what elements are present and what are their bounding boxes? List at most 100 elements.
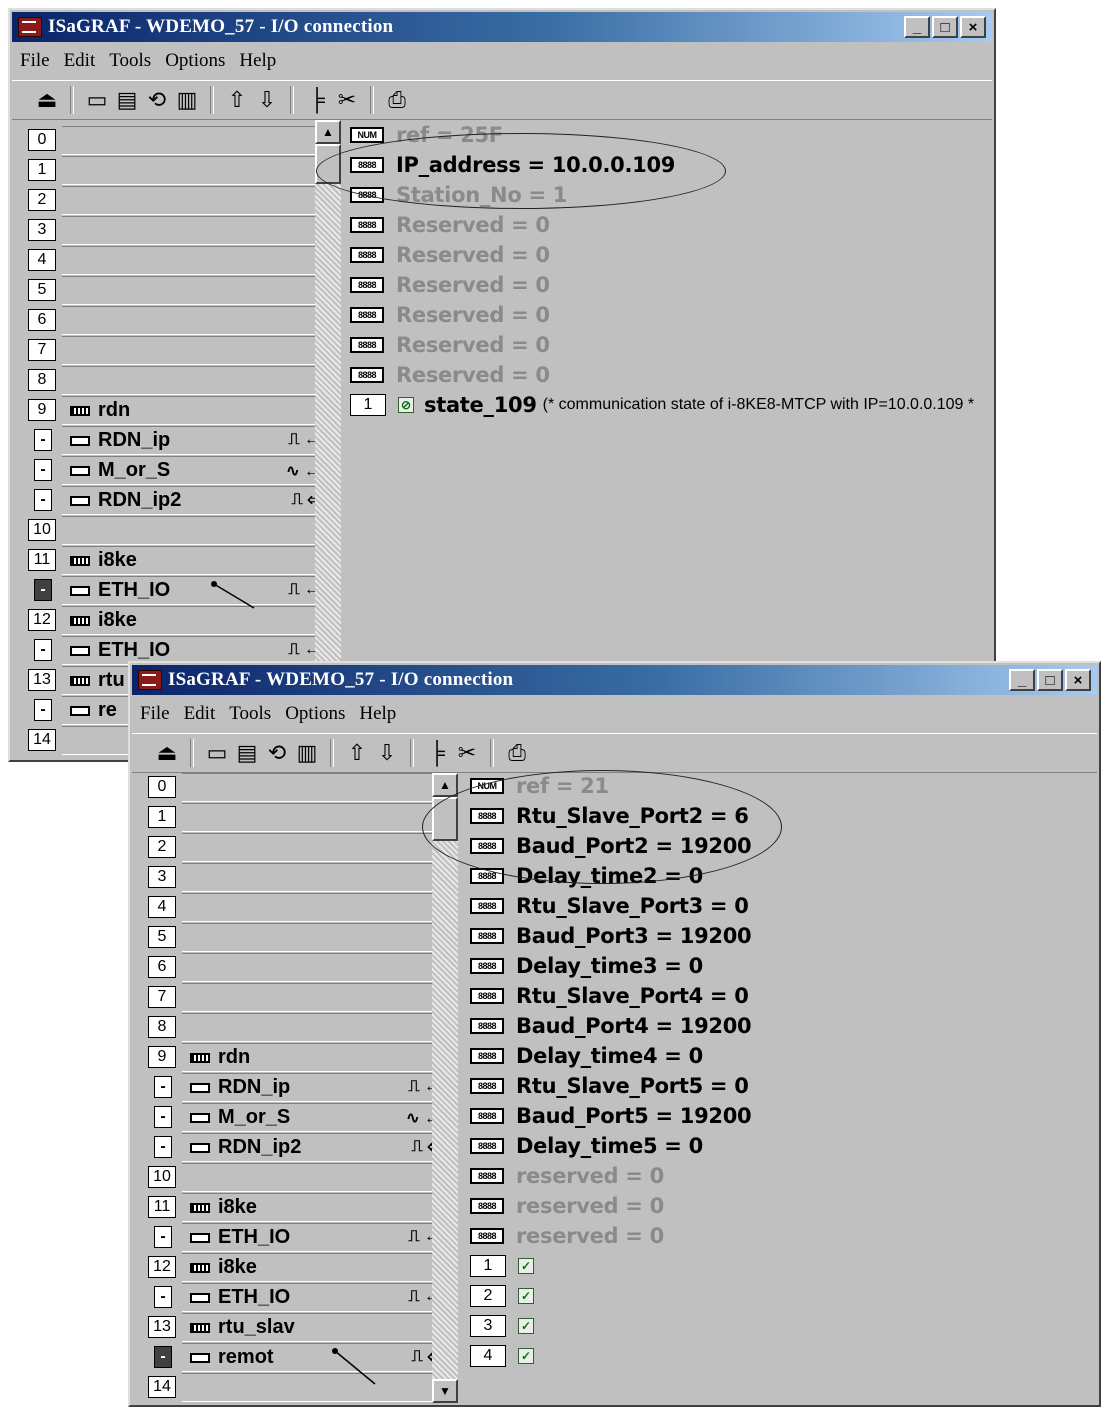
slot-row[interactable]: 3 [28, 216, 324, 246]
subboard-row[interactable]: - ETH_IO ⎍ ← [148, 1283, 444, 1313]
slot-field[interactable] [62, 216, 324, 245]
slot-field[interactable] [182, 833, 444, 862]
parameter-row[interactable]: 8888 Delay_time4 = 0 [470, 1041, 703, 1071]
collapse-button[interactable]: - [34, 699, 52, 721]
subboard-field[interactable]: RDN_ip2 ⎍ ⇦ [62, 486, 324, 515]
delete-icon[interactable]: ▥ [172, 85, 202, 115]
slot-row[interactable]: 9 rdn [28, 396, 324, 426]
subboard-field[interactable]: ETH_IO ⎍ ← [182, 1283, 444, 1312]
channel-row[interactable]: 1 ✓ [470, 1251, 544, 1281]
slot-row[interactable]: 7 [148, 983, 444, 1013]
subboard-field[interactable]: M_or_S ∿ ← [62, 456, 324, 485]
collapse-button[interactable]: - [34, 429, 52, 451]
parameter-row[interactable]: 8888 Reserved = 0 [350, 360, 550, 390]
subboard-row[interactable]: - ETH_IO ⎍ ← [28, 576, 324, 606]
collapse-button[interactable]: - [34, 579, 52, 601]
arrow-down-icon[interactable]: ⇩ [252, 85, 282, 115]
menu-file[interactable]: File [136, 701, 174, 729]
title-bar[interactable]: ISaGRAF - WDEMO_57 - I/O connection _ □ … [12, 12, 992, 42]
slot-row[interactable]: 2 [28, 186, 324, 216]
slot-row[interactable]: 9 rdn [148, 1043, 444, 1073]
arrow-down-icon[interactable]: ⇩ [372, 738, 402, 768]
slot-field[interactable] [182, 773, 444, 802]
channel-row[interactable]: 1 ⊘ state_109 (* communication state of i-8… [350, 390, 974, 420]
board-icon[interactable]: ▭ [82, 85, 112, 115]
slot-row[interactable]: 1 [148, 803, 444, 833]
slot-row[interactable]: 8 [28, 366, 324, 396]
slot-row[interactable]: 6 [28, 306, 324, 336]
slot-field[interactable] [182, 1373, 444, 1402]
slot-row[interactable]: 7 [28, 336, 324, 366]
slot-row[interactable]: 13 rtu_slav [148, 1313, 444, 1343]
slot-field[interactable]: i8ke [182, 1193, 444, 1222]
parameter-row[interactable]: 8888 reserved = 0 [470, 1161, 664, 1191]
open-icon[interactable]: ⏏ [152, 738, 182, 768]
slot-field[interactable] [182, 1013, 444, 1042]
menu-help[interactable]: Help [355, 701, 400, 729]
slot-row[interactable]: 4 [148, 893, 444, 923]
slot-row[interactable]: 4 [28, 246, 324, 276]
subboard-field[interactable]: M_or_S ∿ ← [182, 1103, 444, 1132]
parameter-row[interactable]: 8888 Baud_Port5 = 19200 [470, 1101, 752, 1131]
parameter-row[interactable]: 8888 Baud_Port4 = 19200 [470, 1011, 752, 1041]
scroll-down-button[interactable]: ▼ [432, 1379, 458, 1403]
parameter-row[interactable]: 8888 Delay_time5 = 0 [470, 1131, 703, 1161]
slot-field[interactable] [182, 953, 444, 982]
parameter-row[interactable]: 8888 Reserved = 0 [350, 300, 550, 330]
parameter-row[interactable]: 8888 Reserved = 0 [350, 210, 550, 240]
parameter-row[interactable]: 8888 Reserved = 0 [350, 270, 550, 300]
collapse-button[interactable]: - [34, 459, 52, 481]
menu-tools[interactable]: Tools [225, 701, 275, 729]
slot-field[interactable] [62, 306, 324, 335]
scroll-up-button[interactable]: ▲ [315, 120, 341, 144]
channel-row[interactable]: 4 ✓ [470, 1341, 544, 1371]
subboard-field[interactable]: RDN_ip ⎍ ← [182, 1073, 444, 1102]
slot-row[interactable]: 5 [148, 923, 444, 953]
slot-row[interactable]: 1 [28, 156, 324, 186]
subboard-row[interactable]: - M_or_S ∿ ← [148, 1103, 444, 1133]
slot-row[interactable]: 0 [28, 126, 324, 156]
collapse-button[interactable]: - [154, 1106, 172, 1128]
slot-field[interactable] [62, 516, 324, 545]
slot-field[interactable]: rdn [182, 1043, 444, 1072]
slot-row[interactable]: 2 [148, 833, 444, 863]
menu-options[interactable]: Options [161, 48, 229, 76]
cut-icon[interactable]: ✂ [452, 738, 482, 768]
parameter-row[interactable]: 8888 reserved = 0 [470, 1221, 664, 1251]
slot-row[interactable]: 14 [148, 1373, 444, 1403]
slot-field[interactable] [182, 923, 444, 952]
slot-field[interactable] [62, 246, 324, 275]
slot-field[interactable] [182, 983, 444, 1012]
connect-icon[interactable]: ╞ [302, 85, 332, 115]
subboard-row[interactable]: - RDN_ip ⎍ ← [148, 1073, 444, 1103]
slot-field[interactable] [62, 156, 324, 185]
collapse-button[interactable]: - [154, 1076, 172, 1098]
subboard-field[interactable]: ETH_IO ⎍ ← [62, 576, 324, 605]
slot-row[interactable]: 10 [28, 516, 324, 546]
slot-field[interactable] [62, 276, 324, 305]
collapse-button[interactable]: - [154, 1286, 172, 1308]
slot-row[interactable]: 12 i8ke [28, 606, 324, 636]
menu-edit[interactable]: Edit [180, 701, 220, 729]
parameter-row[interactable]: 8888 Reserved = 0 [350, 240, 550, 270]
parameter-row[interactable]: 8888 Baud_Port3 = 19200 [470, 921, 752, 951]
open-icon[interactable]: ⏏ [32, 85, 62, 115]
menu-edit[interactable]: Edit [60, 48, 100, 76]
minimize-button[interactable]: _ [1009, 669, 1035, 691]
board-icon[interactable]: ▭ [202, 738, 232, 768]
slot-field[interactable] [182, 893, 444, 922]
collapse-button[interactable]: - [34, 639, 52, 661]
delete-icon[interactable]: ▥ [292, 738, 322, 768]
collapse-button[interactable]: - [154, 1346, 172, 1368]
subboard-row[interactable]: - RDN_ip ⎍ ← [28, 426, 324, 456]
slot-field[interactable]: i8ke [62, 606, 324, 635]
arrow-up-icon[interactable]: ⇧ [342, 738, 372, 768]
close-button[interactable]: × [960, 16, 986, 38]
subboard-field[interactable]: remot ⎍ ⇦ [182, 1343, 444, 1372]
slot-field[interactable] [62, 336, 324, 365]
save-board-icon[interactable]: ▤ [112, 85, 142, 115]
collapse-button[interactable]: - [154, 1136, 172, 1158]
cut-icon[interactable]: ✂ [332, 85, 362, 115]
slot-field[interactable]: rtu_slav [182, 1313, 444, 1342]
slot-field[interactable]: i8ke [62, 546, 324, 575]
